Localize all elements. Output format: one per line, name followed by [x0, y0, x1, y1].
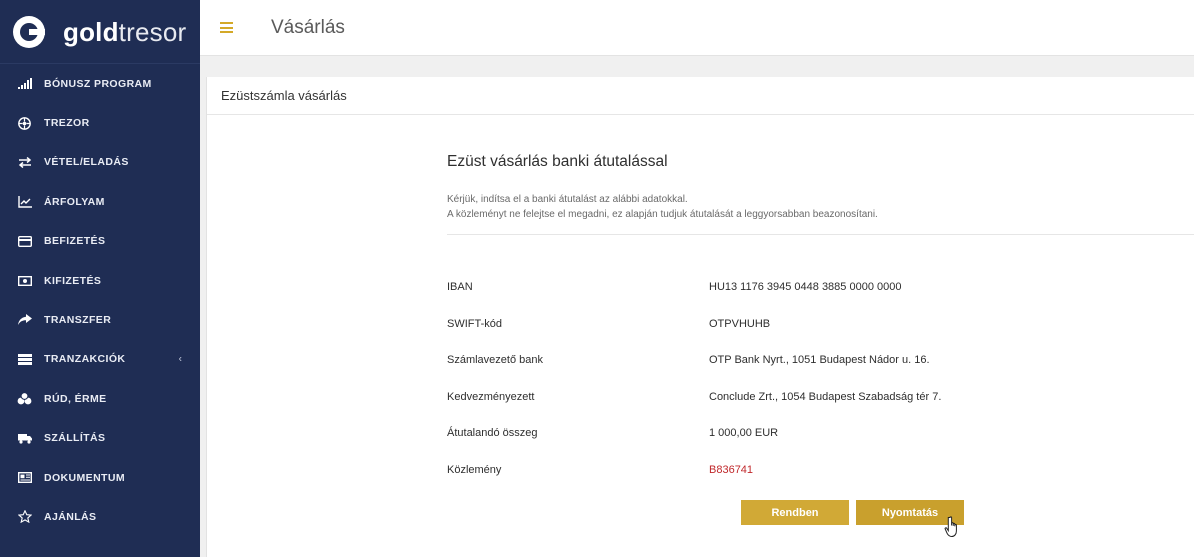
sidebar-item-label: TRANSZFER — [44, 314, 112, 327]
detail-label: SWIFT-kód — [447, 317, 503, 330]
sidebar-item-arfolyam[interactable]: ÁRFOLYAM — [0, 182, 200, 221]
detail-row-bank: Számlavezető bank OTP Bank Nyrt., 1051 B… — [447, 342, 1194, 379]
sidebar-item-tranzakciok[interactable]: TRANZAKCIÓK ‹ — [0, 340, 200, 379]
panel-heading: Ezüstszámla vásárlás — [207, 77, 1194, 115]
sidebar: goldtresor BÓNUSZ PROGRAM TREZOR VÉTEL/E… — [0, 0, 200, 557]
chart-line-icon — [17, 195, 32, 209]
detail-label: Közlemény — [447, 463, 502, 476]
document-icon — [17, 471, 32, 485]
sidebar-item-ajanlas[interactable]: AJÁNLÁS — [0, 497, 200, 536]
sidebar-item-szallitas[interactable]: SZÁLLÍTÁS — [0, 419, 200, 458]
sidebar-item-vetel-eladas[interactable]: VÉTEL/ELADÁS — [0, 143, 200, 182]
sidebar-item-label: DOKUMENTUM — [44, 471, 125, 484]
detail-label: Kedvezményezett — [447, 390, 535, 403]
description-line-2: A közleményt ne felejtse el megadni, ez … — [447, 209, 878, 220]
menu-icon[interactable] — [220, 22, 233, 33]
list-icon — [17, 352, 32, 366]
sidebar-item-label: SZÁLLÍTÁS — [44, 432, 106, 445]
sidebar-item-rud-erme[interactable]: RÚD, ÉRME — [0, 379, 200, 418]
sidebar-item-transzfer[interactable]: TRANSZFER — [0, 300, 200, 339]
app: goldtresor BÓNUSZ PROGRAM TREZOR VÉTEL/E… — [0, 0, 1194, 557]
detail-row-amount: Átutalandó összeg 1 000,00 EUR — [447, 415, 1194, 452]
sidebar-item-label: KIFIZETÉS — [44, 274, 102, 287]
logo-light: tresor — [118, 16, 187, 47]
money-icon — [17, 274, 32, 288]
transfer-info: Ezüst vásárlás banki átutalással Kérjük,… — [447, 153, 1194, 235]
detail-value: OTPVHUHB — [709, 317, 771, 330]
description-line-1: Kérjük, indítsa el a banki átutalást az … — [447, 194, 688, 205]
detail-value: OTP Bank Nyrt., 1051 Budapest Nádor u. 1… — [709, 354, 930, 367]
detail-row-beneficiary: Kedvezményezett Conclude Zrt., 1054 Buda… — [447, 379, 1194, 416]
logo-icon — [13, 15, 45, 48]
sidebar-item-trezor[interactable]: TREZOR — [0, 103, 200, 142]
top-bar: Vásárlás — [200, 0, 1194, 56]
sidebar-nav: BÓNUSZ PROGRAM TREZOR VÉTEL/ELADÁS ÁRFOL… — [0, 64, 200, 537]
share-arrow-icon — [17, 313, 32, 327]
detail-label: Átutalandó összeg — [447, 427, 538, 440]
logo-bold: gold — [63, 16, 119, 47]
page-title: Vásárlás — [271, 16, 345, 38]
sidebar-item-label: TRANZAKCIÓK — [44, 353, 126, 366]
sidebar-item-label: BÓNUSZ PROGRAM — [44, 77, 152, 90]
coins-icon — [17, 392, 32, 406]
vault-icon — [17, 116, 32, 130]
sidebar-item-dokumentum[interactable]: DOKUMENTUM — [0, 458, 200, 497]
action-buttons: Rendben Nyomtatás — [741, 500, 964, 525]
exchange-icon — [17, 155, 32, 169]
detail-value: Conclude Zrt., 1054 Budapest Szabadság t… — [709, 390, 942, 403]
detail-row-reference: Közlemény B836741 — [447, 452, 1194, 489]
sidebar-item-label: ÁRFOLYAM — [44, 195, 105, 208]
sidebar-item-kifizetes[interactable]: KIFIZETÉS — [0, 261, 200, 300]
detail-row-swift: SWIFT-kód OTPVHUHB — [447, 306, 1194, 343]
sidebar-item-label: VÉTEL/ELADÁS — [44, 156, 129, 169]
truck-icon — [17, 431, 32, 445]
reference-code: B836741 — [709, 463, 754, 476]
sidebar-item-label: BEFIZETÉS — [44, 235, 106, 248]
sidebar-item-befizetes[interactable]: BEFIZETÉS — [0, 222, 200, 261]
section-title: Ezüst vásárlás banki átutalással — [447, 153, 668, 170]
sidebar-item-label: TREZOR — [44, 117, 90, 130]
sidebar-item-label: AJÁNLÁS — [44, 510, 97, 523]
logo[interactable]: goldtresor — [0, 0, 200, 64]
detail-row-iban: IBAN HU13 1176 3945 0448 3885 0000 0000 — [447, 269, 1194, 306]
detail-value: 1 000,00 EUR — [709, 427, 779, 440]
signal-bars-icon — [17, 77, 32, 91]
detail-label: Számlavezető bank — [447, 354, 543, 367]
detail-value: HU13 1176 3945 0448 3885 0000 0000 — [709, 281, 902, 294]
transfer-details: IBAN HU13 1176 3945 0448 3885 0000 0000 … — [447, 269, 1194, 488]
sidebar-item-label: RÚD, ÉRME — [44, 392, 107, 405]
detail-label: IBAN — [447, 281, 473, 294]
content-panel: Ezüstszámla vásárlás Ezüst vásárlás bank… — [206, 77, 1194, 557]
print-button[interactable]: Nyomtatás — [856, 500, 964, 525]
logo-text: goldtresor — [63, 19, 186, 45]
ok-button[interactable]: Rendben — [741, 500, 849, 525]
card-icon — [17, 234, 32, 248]
star-icon — [17, 510, 32, 524]
chevron-left-icon: ‹ — [178, 353, 182, 365]
divider — [447, 234, 1194, 235]
sidebar-item-bonusz-program[interactable]: BÓNUSZ PROGRAM — [0, 64, 200, 103]
